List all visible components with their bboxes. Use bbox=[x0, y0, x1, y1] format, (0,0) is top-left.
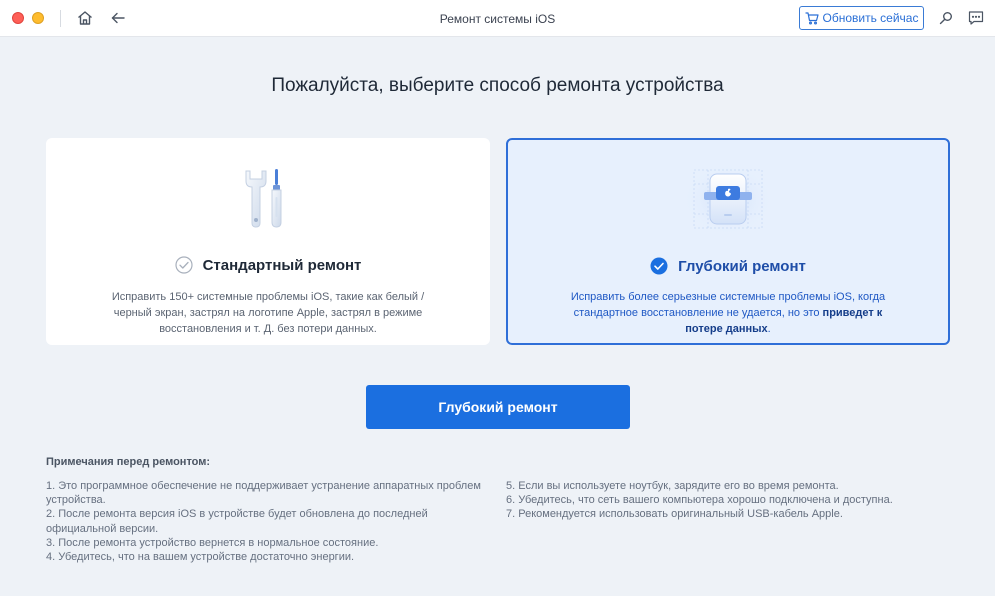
device-chip-icon bbox=[680, 158, 776, 238]
update-now-label: Обновить сейчас bbox=[822, 11, 919, 25]
tools-icon bbox=[238, 165, 298, 231]
standard-repair-title: Стандартный ремонт bbox=[202, 256, 362, 274]
cart-icon bbox=[804, 11, 819, 25]
notes-left-column: 1. Это программное обеспечение не поддер… bbox=[46, 479, 486, 564]
note-item: 7. Рекомендуется использовать оригинальн… bbox=[506, 508, 843, 521]
note-item: 6. Убедитесь, что сеть вашего компьютера… bbox=[506, 494, 893, 507]
feedback-icon[interactable] bbox=[966, 8, 986, 28]
standard-repair-description: Исправить 150+ системные проблемы iOS, т… bbox=[111, 291, 425, 335]
title-bar: Ремонт системы iOS Обновить сейчас bbox=[0, 0, 995, 37]
standard-repair-card[interactable]: Стандартный ремонт Исправить 150+ систем… bbox=[46, 138, 490, 345]
notes-right-column: 5. Если вы используете ноутбук, зарядите… bbox=[506, 479, 946, 522]
update-now-button[interactable]: Обновить сейчас bbox=[799, 6, 924, 30]
standard-repair-title-row: Стандартный ремонт bbox=[47, 256, 489, 274]
deep-repair-button[interactable]: Глубокий ремонт bbox=[366, 385, 630, 429]
page-title: Пожалуйста, выберите способ ремонта устр… bbox=[271, 75, 724, 96]
note-item: 1. Это программное обеспечение не поддер… bbox=[46, 480, 481, 507]
unchecked-circle-icon bbox=[174, 256, 193, 274]
note-item: 3. После ремонта устройство вернется в н… bbox=[46, 536, 379, 549]
search-icon[interactable] bbox=[936, 8, 956, 28]
deep-repair-title-row: Глубокий ремонт bbox=[508, 257, 948, 275]
note-item: 4. Убедитесь, что на вашем устройстве до… bbox=[46, 551, 355, 564]
notes-title: Примечания перед ремонтом: bbox=[46, 456, 211, 468]
note-item: 5. Если вы используете ноутбук, зарядите… bbox=[506, 480, 839, 492]
check-circle-icon bbox=[650, 257, 668, 275]
deep-repair-card[interactable]: Глубокий ремонт Исправить более серьезны… bbox=[506, 138, 950, 345]
deep-repair-description: Исправить более серьезные системные проб… bbox=[556, 289, 900, 337]
note-item: 2. После ремонта версия iOS в устройстве… bbox=[46, 508, 428, 535]
deep-repair-title: Глубокий ремонт bbox=[678, 257, 806, 275]
deep-repair-description-end: . bbox=[767, 323, 771, 335]
